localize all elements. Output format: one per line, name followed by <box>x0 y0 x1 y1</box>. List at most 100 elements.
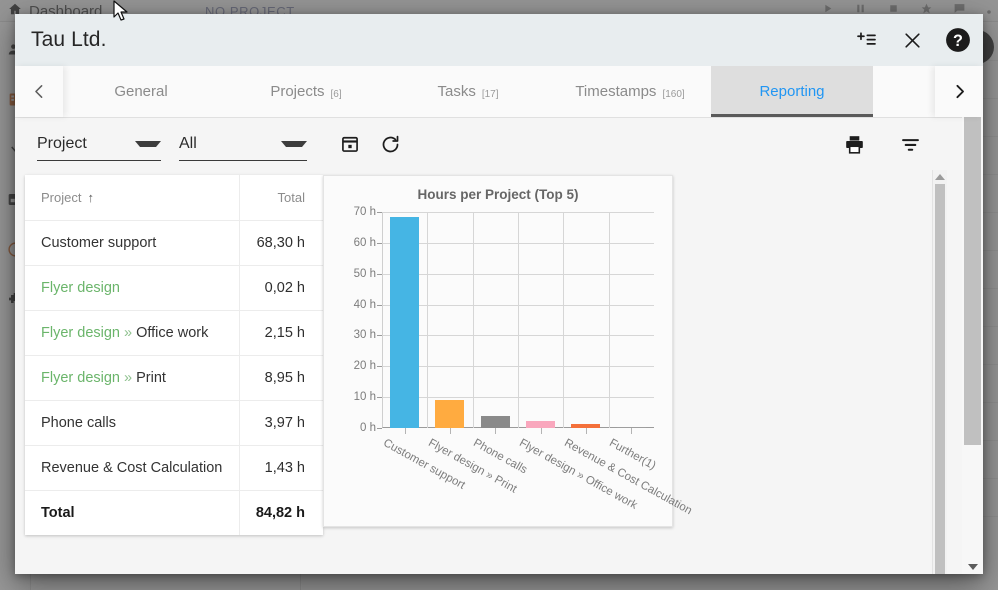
project-prefix: Flyer design <box>41 370 120 386</box>
column-label: Project <box>41 190 81 205</box>
project-separator: » <box>120 370 136 386</box>
scroll-track[interactable] <box>962 80 983 560</box>
table-header-row: Project ↑ Total <box>25 175 323 220</box>
filter-icon[interactable] <box>895 129 925 159</box>
y-axis-tick-label: 20 h <box>354 360 376 372</box>
y-axis-tick-mark <box>377 428 382 429</box>
chart-plot-area: 0 h10 h20 h30 h40 h50 h60 h70 h Customer… <box>382 212 654 428</box>
group-by-select[interactable]: Project <box>37 127 161 161</box>
cell-project: Flyer design » Office work <box>25 310 239 355</box>
sort-ascending-icon: ↑ <box>87 190 94 205</box>
modal-header: Tau Ltd. ? <box>15 14 983 66</box>
close-icon[interactable] <box>899 27 925 53</box>
table-row[interactable]: Flyer design 0,02 h <box>25 265 323 310</box>
scroll-track[interactable] <box>933 184 947 574</box>
column-label: Total <box>278 190 305 205</box>
chart-bar[interactable] <box>481 416 510 428</box>
gridline-vertical <box>518 212 519 428</box>
project-name: Office work <box>136 325 208 341</box>
project-separator: » <box>120 325 136 341</box>
scroll-up-arrow[interactable] <box>933 170 947 184</box>
chart-bar[interactable] <box>390 217 419 428</box>
table-row[interactable]: Flyer design » Office work 2,15 h <box>25 310 323 355</box>
tabs-next-button[interactable] <box>935 66 983 117</box>
table-row[interactable]: Flyer design » Print 8,95 h <box>25 355 323 400</box>
chart-bar[interactable] <box>526 421 555 428</box>
cell-total: 8,95 h <box>239 355 323 400</box>
project-name: Print <box>136 370 166 386</box>
refresh-icon[interactable] <box>375 129 405 159</box>
report-body: Project ↑ Total Customer support 68,30 h <box>15 170 983 574</box>
cell-project: Flyer design » Print <box>25 355 239 400</box>
x-axis-tick-label: Customer support <box>381 437 467 492</box>
chart-bar[interactable] <box>435 400 464 428</box>
scroll-down-arrow[interactable] <box>962 560 983 574</box>
cell-total: 2,15 h <box>239 310 323 355</box>
y-axis-tick-label: 40 h <box>354 299 376 311</box>
gridline-vertical <box>427 212 428 428</box>
tab-tasks[interactable]: Tasks [17] <box>387 66 549 117</box>
column-header-project[interactable]: Project ↑ <box>25 175 239 220</box>
report-toolbar: Project All <box>15 118 983 170</box>
group-by-value: Project <box>37 135 87 153</box>
report-table-card: Project ↑ Total Customer support 68,30 h <box>25 175 323 535</box>
y-axis-tick-label: 10 h <box>354 391 376 403</box>
tab-reporting[interactable]: Reporting <box>711 66 873 117</box>
project-prefix: Flyer design <box>41 280 120 296</box>
outer-scrollbar[interactable] <box>962 66 983 574</box>
x-axis-tick-mark <box>586 428 587 434</box>
x-axis-tick-mark <box>450 428 451 434</box>
print-icon[interactable] <box>839 129 869 159</box>
tab-projects[interactable]: Projects [6] <box>225 66 387 117</box>
tab-label: Tasks <box>437 83 475 100</box>
y-axis-tick-label: 0 h <box>360 422 376 434</box>
x-axis-tick-mark <box>541 428 542 434</box>
tab-label: Projects <box>270 83 324 100</box>
tabs-prev-button[interactable] <box>15 66 63 117</box>
add-entry-icon[interactable] <box>853 27 879 53</box>
y-axis-tick-label: 70 h <box>354 206 376 218</box>
tab-general[interactable]: General <box>63 66 225 117</box>
table-row[interactable]: Customer support 68,30 h <box>25 220 323 265</box>
cell-total: 1,43 h <box>239 445 323 490</box>
cell-project: Flyer design <box>25 265 239 310</box>
help-icon[interactable]: ? <box>945 27 971 53</box>
filter-value: All <box>179 135 197 153</box>
tab-count: [6] <box>331 89 342 100</box>
column-header-total[interactable]: Total <box>239 175 323 220</box>
x-axis-tick-mark <box>631 428 632 434</box>
tabs-scroll-container: General Projects [6] Tasks [17] Timestam… <box>63 66 935 117</box>
gridline-vertical <box>473 212 474 428</box>
svg-text:?: ? <box>953 32 963 50</box>
tab-count: [160] <box>662 89 684 100</box>
cell-total-label: Total <box>25 490 239 535</box>
gridline-vertical <box>563 212 564 428</box>
tab-overflow[interactable]: C <box>873 66 935 117</box>
tab-timestamps[interactable]: Timestamps [160] <box>549 66 711 117</box>
cell-total: 3,97 h <box>239 400 323 445</box>
x-axis-tick-mark <box>405 428 406 434</box>
y-axis-tick-label: 50 h <box>354 268 376 280</box>
tab-label: Timestamps <box>575 83 656 100</box>
tab-label: Reporting <box>759 83 824 100</box>
customer-detail-modal: Tau Ltd. ? General Projects <box>15 14 983 574</box>
y-axis-tick-label: 30 h <box>354 329 376 341</box>
cell-total: 0,02 h <box>239 265 323 310</box>
inner-scrollbar[interactable] <box>932 170 947 574</box>
calendar-icon[interactable] <box>335 129 365 159</box>
project-name: Revenue & Cost Calculation <box>41 460 222 476</box>
project-name: Customer support <box>41 235 156 251</box>
scroll-thumb[interactable] <box>935 184 945 574</box>
toolbar-right-actions <box>829 129 983 159</box>
tab-bar: General Projects [6] Tasks [17] Timestam… <box>15 66 983 118</box>
filter-select[interactable]: All <box>179 127 307 161</box>
modal-header-actions: ? <box>853 27 971 53</box>
report-chart-card: Hours per Project (Top 5) 0 h10 h20 h30 … <box>323 175 673 527</box>
project-name: Phone calls <box>41 415 116 431</box>
page-title: Tau Ltd. <box>31 28 107 52</box>
scroll-thumb[interactable] <box>964 80 981 445</box>
cell-project: Phone calls <box>25 400 239 445</box>
table-row[interactable]: Revenue & Cost Calculation 1,43 h <box>25 445 323 490</box>
report-table: Project ↑ Total Customer support 68,30 h <box>25 175 323 535</box>
table-row[interactable]: Phone calls 3,97 h <box>25 400 323 445</box>
